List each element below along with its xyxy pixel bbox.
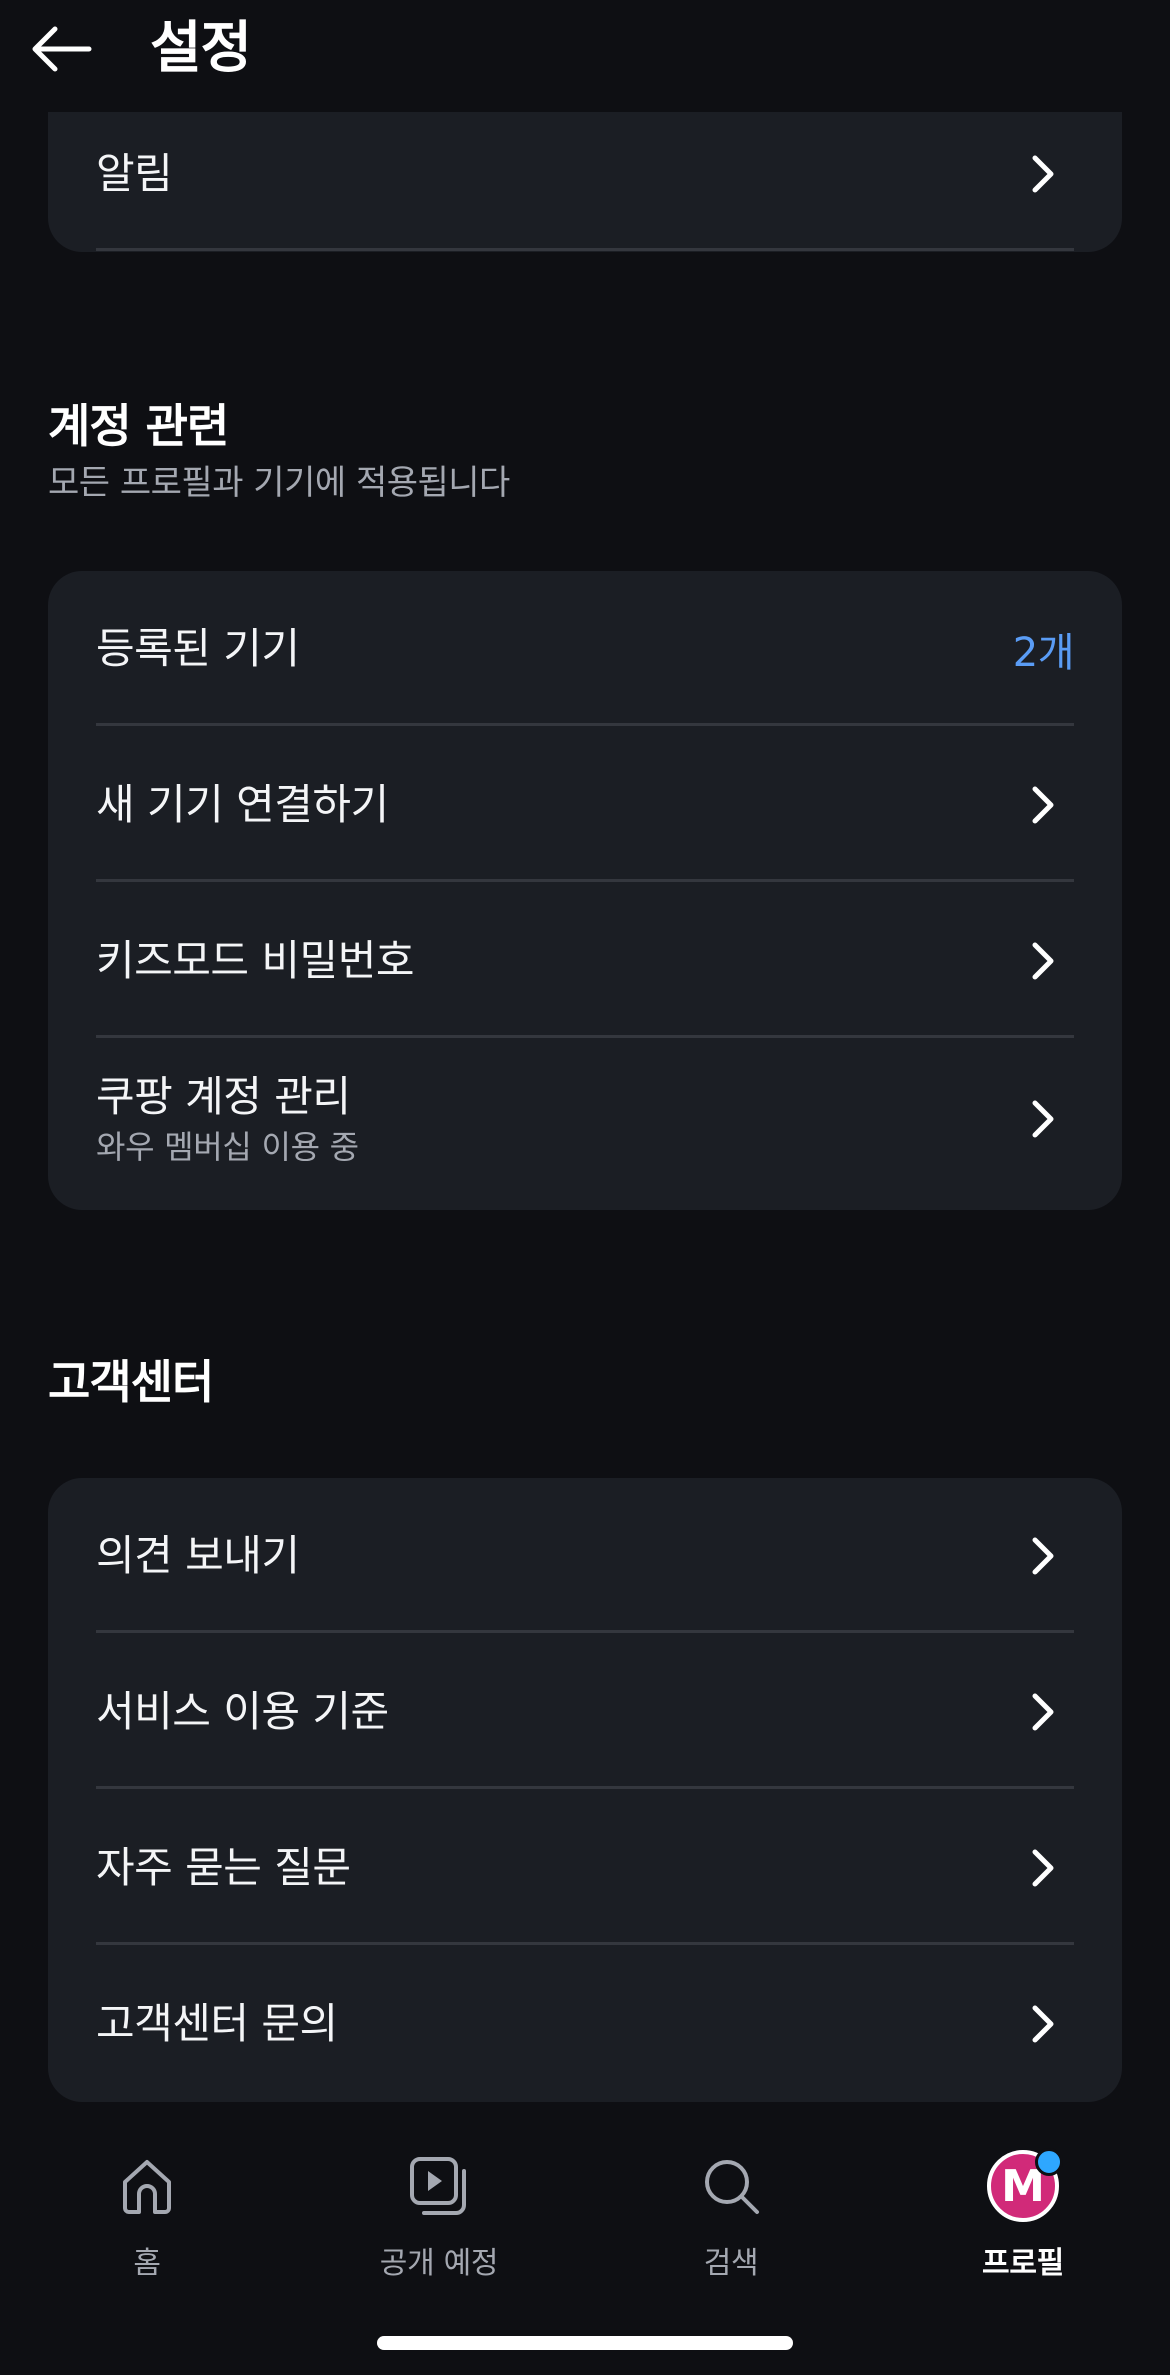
membership-status: 와우 멤버십 이용 중 bbox=[96, 1128, 359, 1166]
back-button[interactable] bbox=[26, 14, 96, 84]
registered-devices-row[interactable]: 등록된 기기 2개 bbox=[96, 623, 1075, 676]
faq-label: 자주 묻는 질문 bbox=[96, 1843, 351, 1892]
nav-home-label: 홈 bbox=[133, 2246, 161, 2281]
coupang-account-row[interactable]: 쿠팡 계정 관리 와우 멤버십 이용 중 bbox=[96, 1069, 1074, 1169]
faq-row[interactable]: 자주 묻는 질문 bbox=[96, 1842, 1074, 1894]
contact-support-label: 고객센터 문의 bbox=[96, 1999, 338, 2048]
connect-new-device-label: 새 기기 연결하기 bbox=[96, 780, 389, 829]
profile-avatar: M bbox=[987, 2148, 1063, 2222]
support-card: 의견 보내기 서비스 이용 기준 자주 묻는 질문 고객센터 문의 bbox=[48, 1478, 1122, 2102]
divider bbox=[96, 879, 1074, 882]
notifications-label: 알림 bbox=[96, 149, 173, 198]
arrow-left-icon bbox=[32, 26, 92, 72]
support-section-title: 고객센터 bbox=[48, 1355, 214, 1409]
contact-support-row[interactable]: 고객센터 문의 bbox=[96, 1998, 1074, 2050]
upcoming-play-icon bbox=[399, 2146, 479, 2226]
terms-of-service-row[interactable]: 서비스 이용 기준 bbox=[96, 1686, 1074, 1738]
nav-search[interactable]: 검색 bbox=[631, 2146, 831, 2282]
chevron-right-icon bbox=[1024, 1686, 1064, 1738]
chevron-right-icon bbox=[1024, 1998, 1064, 2050]
kids-mode-password-row[interactable]: 키즈모드 비밀번호 bbox=[96, 935, 1074, 987]
nav-home[interactable]: 홈 bbox=[47, 2146, 247, 2282]
registered-devices-label: 등록된 기기 bbox=[96, 624, 300, 673]
divider bbox=[96, 723, 1074, 726]
chevron-right-icon bbox=[1024, 1093, 1064, 1145]
divider bbox=[96, 1786, 1074, 1789]
divider bbox=[96, 1035, 1074, 1038]
home-indicator bbox=[377, 2336, 793, 2350]
connect-new-device-row[interactable]: 새 기기 연결하기 bbox=[96, 779, 1074, 831]
send-feedback-row[interactable]: 의견 보내기 bbox=[96, 1530, 1074, 1582]
page-title: 설정 bbox=[150, 16, 252, 81]
nav-profile[interactable]: M 프로필 bbox=[923, 2146, 1123, 2282]
nav-upcoming[interactable]: 공개 예정 bbox=[339, 2146, 539, 2282]
account-card: 등록된 기기 2개 새 기기 연결하기 키즈모드 비밀번호 쿠팡 계정 관리 와… bbox=[48, 571, 1122, 1210]
coupang-account-label: 쿠팡 계정 관리 bbox=[96, 1072, 351, 1121]
profile-avatar-wrapper: M bbox=[983, 2146, 1063, 2226]
account-section-title: 계정 관련 bbox=[48, 399, 229, 453]
nav-search-label: 검색 bbox=[703, 2246, 759, 2281]
terms-of-service-label: 서비스 이용 기준 bbox=[96, 1687, 389, 1736]
chevron-right-icon bbox=[1024, 1530, 1064, 1582]
chevron-right-icon bbox=[1024, 148, 1064, 200]
nav-upcoming-label: 공개 예정 bbox=[379, 2246, 499, 2281]
home-icon bbox=[107, 2146, 187, 2226]
divider bbox=[96, 1942, 1074, 1945]
coupang-account-text: 쿠팡 계정 관리 와우 멤버십 이용 중 bbox=[96, 1071, 359, 1167]
registered-devices-count: 2개 bbox=[1012, 630, 1075, 676]
notifications-row[interactable]: 알림 bbox=[96, 148, 1074, 200]
account-section-subtitle: 모든 프로필과 기기에 적용됩니다 bbox=[48, 463, 510, 503]
divider bbox=[96, 1630, 1074, 1633]
divider bbox=[96, 248, 1074, 251]
chevron-right-icon bbox=[1024, 1842, 1064, 1894]
notification-dot bbox=[1035, 2148, 1063, 2176]
chevron-right-icon bbox=[1024, 935, 1064, 987]
send-feedback-label: 의견 보내기 bbox=[96, 1531, 300, 1580]
chevron-right-icon bbox=[1024, 779, 1064, 831]
kids-mode-password-label: 키즈모드 비밀번호 bbox=[96, 936, 414, 985]
nav-profile-label: 프로필 bbox=[982, 2246, 1064, 2281]
top-bar: 설정 bbox=[0, 0, 1170, 112]
search-icon bbox=[691, 2146, 771, 2226]
